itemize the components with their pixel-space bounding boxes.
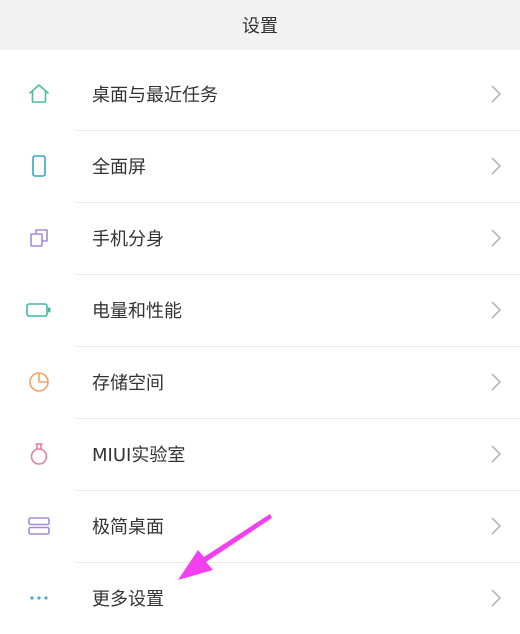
storage-pie-icon	[24, 370, 54, 394]
home-icon	[24, 82, 54, 106]
more-dots-icon	[24, 586, 54, 610]
chevron-right-icon	[491, 445, 502, 463]
chevron-right-icon	[491, 229, 502, 247]
settings-item-label: 更多设置	[92, 589, 164, 610]
settings-item-label: 桌面与最近任务	[92, 85, 218, 106]
settings-item-label: 全面屏	[92, 157, 146, 178]
battery-icon	[24, 298, 54, 322]
chevron-right-icon	[491, 157, 502, 175]
simple-launcher-icon	[24, 514, 54, 538]
lab-flask-icon	[24, 442, 54, 466]
settings-item-desktop-recent-tasks[interactable]: 桌面与最近任务	[0, 58, 520, 130]
chevron-right-icon	[491, 373, 502, 391]
settings-item-simple-launcher[interactable]: 极简桌面	[0, 490, 520, 562]
settings-item-full-screen[interactable]: 全面屏	[0, 130, 520, 202]
chevron-right-icon	[491, 517, 502, 535]
chevron-right-icon	[491, 589, 502, 607]
settings-list: 桌面与最近任务 全面屏 手机分身 电量和性能 存储空间 MIUI实验室 极简桌面…	[0, 58, 520, 634]
phone-icon	[24, 154, 54, 178]
settings-item-more-settings[interactable]: 更多设置	[0, 562, 520, 634]
page-title: 设置	[242, 16, 278, 37]
settings-item-miui-lab[interactable]: MIUI实验室	[0, 418, 520, 490]
chevron-right-icon	[491, 301, 502, 319]
settings-item-dual-apps[interactable]: 手机分身	[0, 202, 520, 274]
settings-item-storage[interactable]: 存储空间	[0, 346, 520, 418]
title-bar: 设置	[0, 0, 520, 50]
settings-item-label: 极简桌面	[92, 517, 164, 538]
settings-item-label: MIUI实验室	[92, 445, 186, 466]
settings-item-label: 手机分身	[92, 229, 164, 250]
settings-item-battery-performance[interactable]: 电量和性能	[0, 274, 520, 346]
settings-item-label: 电量和性能	[92, 301, 182, 322]
settings-item-label: 存储空间	[92, 373, 164, 394]
chevron-right-icon	[491, 85, 502, 103]
dual-app-icon	[24, 226, 54, 250]
